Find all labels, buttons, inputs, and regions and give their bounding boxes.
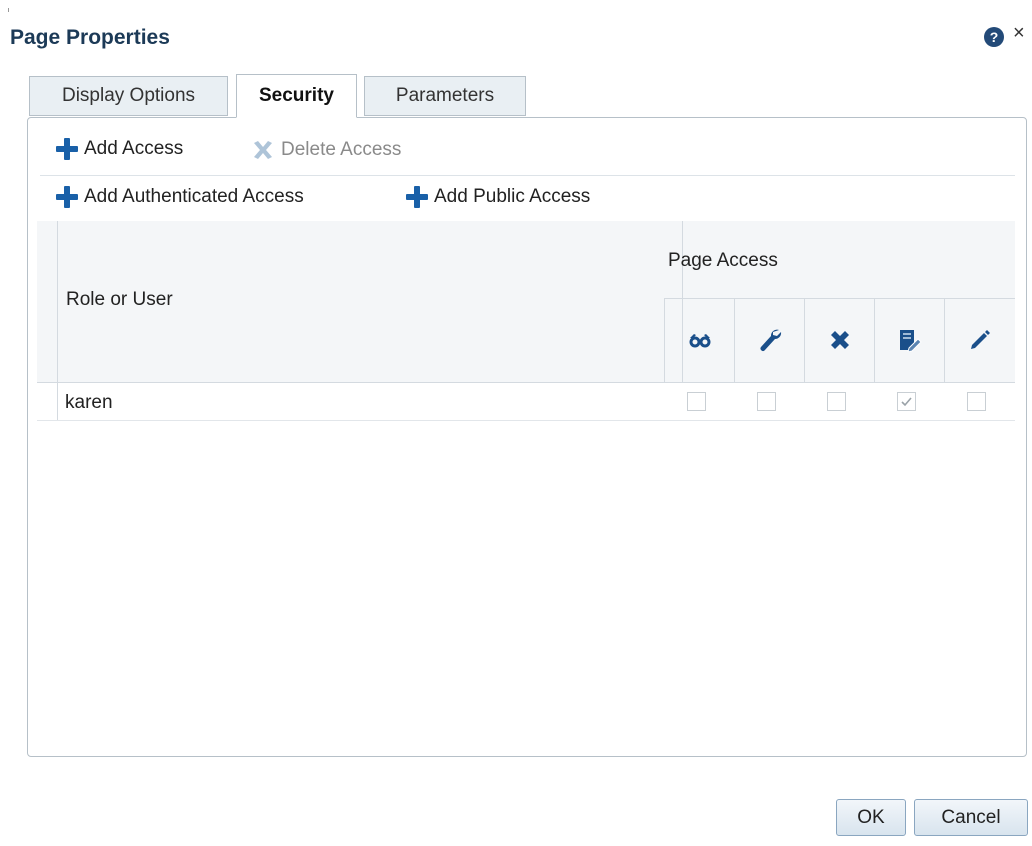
view-column-header[interactable] <box>664 298 734 382</box>
close-icon[interactable]: × <box>1013 22 1025 45</box>
personalize-checkbox[interactable] <box>897 392 916 411</box>
edit-checkbox[interactable] <box>967 392 986 411</box>
delete-checkbox[interactable] <box>827 392 846 411</box>
view-checkbox[interactable] <box>687 392 706 411</box>
customize-checkbox[interactable] <box>757 392 776 411</box>
ok-button[interactable]: OK <box>836 799 906 836</box>
checkmark-icon <box>901 397 912 407</box>
security-panel <box>27 117 1027 757</box>
plus-icon <box>56 186 78 208</box>
customize-icon <box>760 329 781 351</box>
role-or-user-column-header[interactable]: Role or User <box>57 221 683 382</box>
add-public-access-label: Add Public Access <box>434 186 591 207</box>
edit-column-header[interactable] <box>944 298 1015 382</box>
personalize-column-header[interactable] <box>874 298 944 382</box>
tab-display-options[interactable]: Display Options <box>29 76 228 116</box>
table-header: Role or User Page Access <box>37 221 1015 383</box>
view-icon <box>689 334 710 348</box>
delete-access-label: Delete Access <box>281 139 402 160</box>
add-access-button[interactable]: Add Access <box>56 138 183 160</box>
plus-icon <box>56 138 78 160</box>
add-access-label: Add Access <box>84 138 184 159</box>
row-user-name: karen <box>65 392 113 413</box>
delete-x-icon <box>254 141 272 159</box>
tab-security[interactable]: Security <box>236 74 357 118</box>
plus-icon <box>406 186 428 208</box>
tab-parameters[interactable]: Parameters <box>364 76 526 116</box>
help-icon[interactable]: ? <box>984 27 1004 47</box>
page-access-label: Page Access <box>668 250 778 271</box>
delete-icon <box>830 331 849 349</box>
add-public-access-button[interactable]: Add Public Access <box>406 186 590 208</box>
add-authenticated-access-button[interactable]: Add Authenticated Access <box>56 186 304 208</box>
toolbar-divider <box>40 175 1015 176</box>
delete-column-header[interactable] <box>804 298 874 382</box>
cancel-button[interactable]: Cancel <box>914 799 1028 836</box>
personalize-icon <box>899 330 922 352</box>
edit-icon <box>971 330 990 349</box>
add-authenticated-access-label: Add Authenticated Access <box>84 186 304 207</box>
dialog-title: Page Properties <box>10 26 170 49</box>
table-row[interactable]: karen <box>37 383 1015 421</box>
corner-mark <box>8 8 9 12</box>
role-or-user-label: Role or User <box>66 289 173 310</box>
customize-column-header[interactable] <box>734 298 804 382</box>
row-gutter <box>57 383 58 420</box>
delete-access-button[interactable]: Delete Access <box>251 138 401 162</box>
